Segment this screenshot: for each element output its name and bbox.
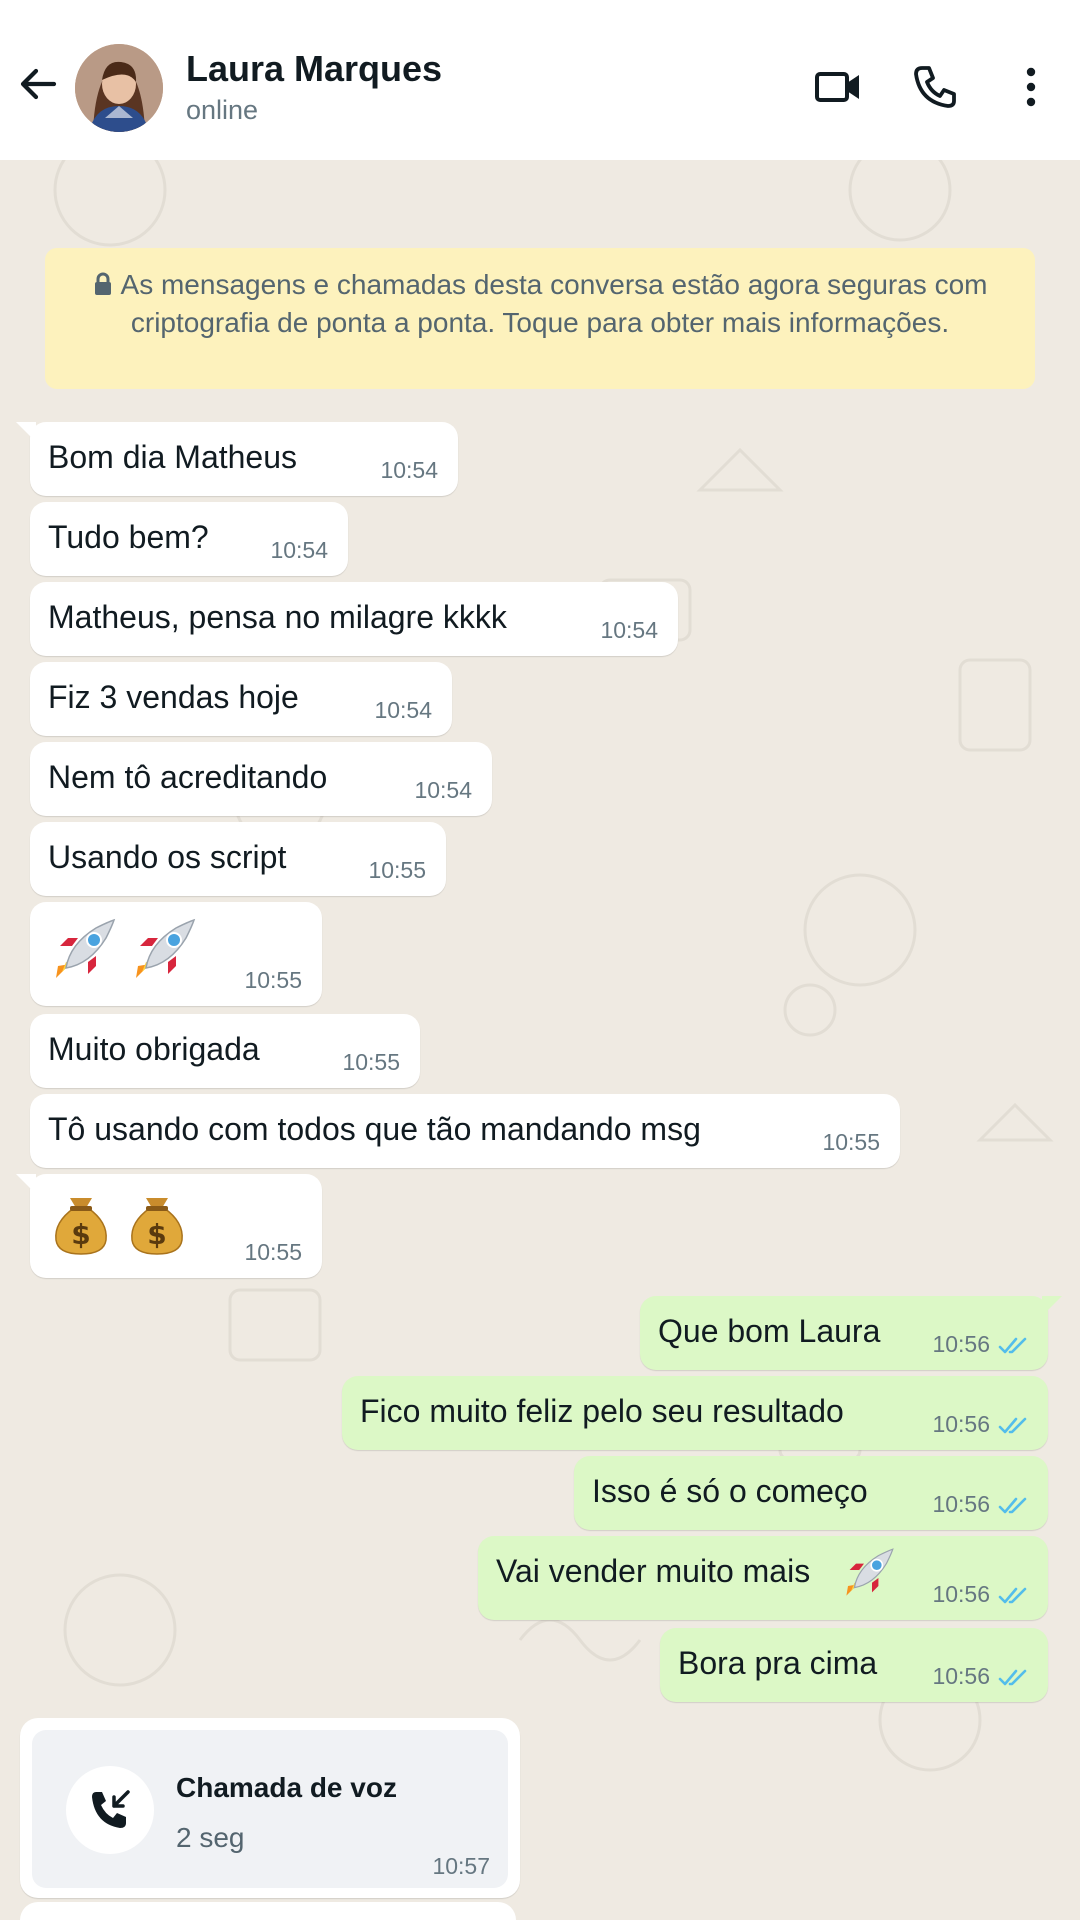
message-incoming[interactable]: Tudo bem? 10:54 [30, 502, 348, 576]
message-incoming[interactable]: Nem tô acreditando 10:54 [30, 742, 492, 816]
voice-call-message[interactable]: Chamada de voz 2 seg 10:57 [20, 1718, 520, 1898]
message-time: 10:56 [932, 1491, 990, 1517]
message-text: Que bom Laura [658, 1313, 881, 1349]
message-text: Bora pra cima [678, 1645, 878, 1681]
double-check-icon [998, 1669, 1027, 1686]
bubble-tail [1042, 1296, 1062, 1316]
message-text: Muito obrigada [48, 1031, 260, 1067]
message-time: 10:56 [932, 1331, 990, 1357]
message-text: Matheus, pensa no milagre kkkk [48, 599, 507, 635]
chat-screen: Laura Marques online As mensagens e cham… [0, 0, 1080, 1920]
bubble-tail [16, 422, 36, 442]
message-time: 10:54 [380, 457, 438, 483]
message-text: Vai vender muito mais [496, 1553, 811, 1589]
double-check-icon [998, 1497, 1027, 1514]
money-bag-icon: $ [55, 1198, 107, 1255]
message-text: Tô usando com todos que tão mandando msg [48, 1111, 701, 1147]
message-incoming[interactable]: Fiz 3 vendas hoje 10:54 [30, 662, 452, 736]
message-time: 10:55 [244, 967, 302, 993]
rocket-icon [136, 918, 196, 978]
message-time: 10:55 [822, 1129, 880, 1155]
chat-area[interactable]: As mensagens e chamadas desta conversa e… [0, 160, 1080, 1920]
message-incoming[interactable]: Matheus, pensa no milagre kkkk 10:54 [30, 582, 678, 656]
double-check-icon [998, 1417, 1027, 1434]
bubble-tail [16, 1174, 36, 1194]
message-text: Isso é só o começo [592, 1473, 868, 1509]
message-outgoing[interactable]: Que bom Laura 10:56 [640, 1296, 1062, 1370]
message-incoming-emoji[interactable]: $ $ 10:55 [16, 1174, 322, 1278]
message-outgoing[interactable]: Isso é só o começo 10:56 [574, 1456, 1048, 1530]
message-text: Nem tô acreditando [48, 759, 328, 795]
rocket-icon [846, 1548, 894, 1596]
emoji-row: $ $ [48, 1188, 190, 1258]
message-time: 10:57 [432, 1853, 490, 1879]
more-vertical-icon[interactable] [1006, 62, 1056, 112]
message-text: Fico muito feliz pelo seu resultado [360, 1393, 844, 1429]
contact-status: online [186, 95, 259, 125]
avatar[interactable] [75, 44, 163, 132]
lock-icon [94, 272, 111, 295]
arrow-left-icon[interactable] [14, 60, 62, 108]
chat-header: Laura Marques online [0, 0, 1080, 160]
call-icon-circle [66, 1766, 154, 1854]
message-text: Tudo bem? [48, 519, 209, 555]
message-incoming[interactable]: Tô usando com todos que tão mandando msg… [30, 1094, 900, 1168]
message-time: 10:54 [600, 617, 658, 643]
message-time: 10:56 [932, 1581, 990, 1607]
rocket-icon [56, 918, 116, 978]
message-outgoing[interactable]: Bora pra cima 10:56 [660, 1628, 1048, 1702]
message-time: 10:54 [414, 777, 472, 803]
next-message-partial [20, 1902, 516, 1920]
message-time: 10:54 [374, 697, 432, 723]
message-time: 10:56 [932, 1411, 990, 1437]
message-time: 10:54 [270, 537, 328, 563]
message-incoming[interactable]: Bom dia Matheus 10:54 [16, 422, 458, 496]
money-bag-icon: $ [131, 1198, 183, 1255]
call-duration: 2 seg [176, 1822, 245, 1853]
voice-call-card[interactable]: Chamada de voz 2 seg 10:57 [32, 1730, 508, 1888]
phone-icon[interactable] [910, 62, 960, 112]
message-incoming[interactable]: Muito obrigada 10:55 [30, 1014, 420, 1088]
message-outgoing[interactable]: Vai vender muito mais 10:56 [478, 1536, 1048, 1620]
message-incoming-emoji[interactable]: 10:55 [30, 902, 322, 1006]
contact-name[interactable]: Laura Marques [186, 48, 442, 90]
message-time: 10:55 [244, 1239, 302, 1265]
message-text: Bom dia Matheus [48, 439, 298, 475]
message-time: 10:55 [342, 1049, 400, 1075]
double-check-icon [998, 1337, 1027, 1354]
message-time: 10:55 [368, 857, 426, 883]
message-incoming[interactable]: Usando os script 10:55 [30, 822, 446, 896]
message-text: Usando os script [48, 839, 287, 875]
video-camera-icon[interactable] [813, 62, 863, 112]
svg-text:$: $ [71, 1218, 90, 1251]
double-check-icon [998, 1587, 1027, 1604]
call-title: Chamada de voz [176, 1772, 397, 1803]
svg-text:$: $ [147, 1218, 166, 1251]
emoji-row [48, 916, 198, 986]
encryption-notice[interactable]: As mensagens e chamadas desta conversa e… [45, 248, 1035, 389]
incoming-call-icon [92, 1790, 130, 1828]
encryption-notice-text: As mensagens e chamadas desta conversa e… [120, 269, 988, 338]
message-time: 10:56 [932, 1663, 990, 1689]
message-text: Fiz 3 vendas hoje [48, 679, 299, 715]
message-outgoing[interactable]: Fico muito feliz pelo seu resultado 10:5… [342, 1376, 1048, 1450]
